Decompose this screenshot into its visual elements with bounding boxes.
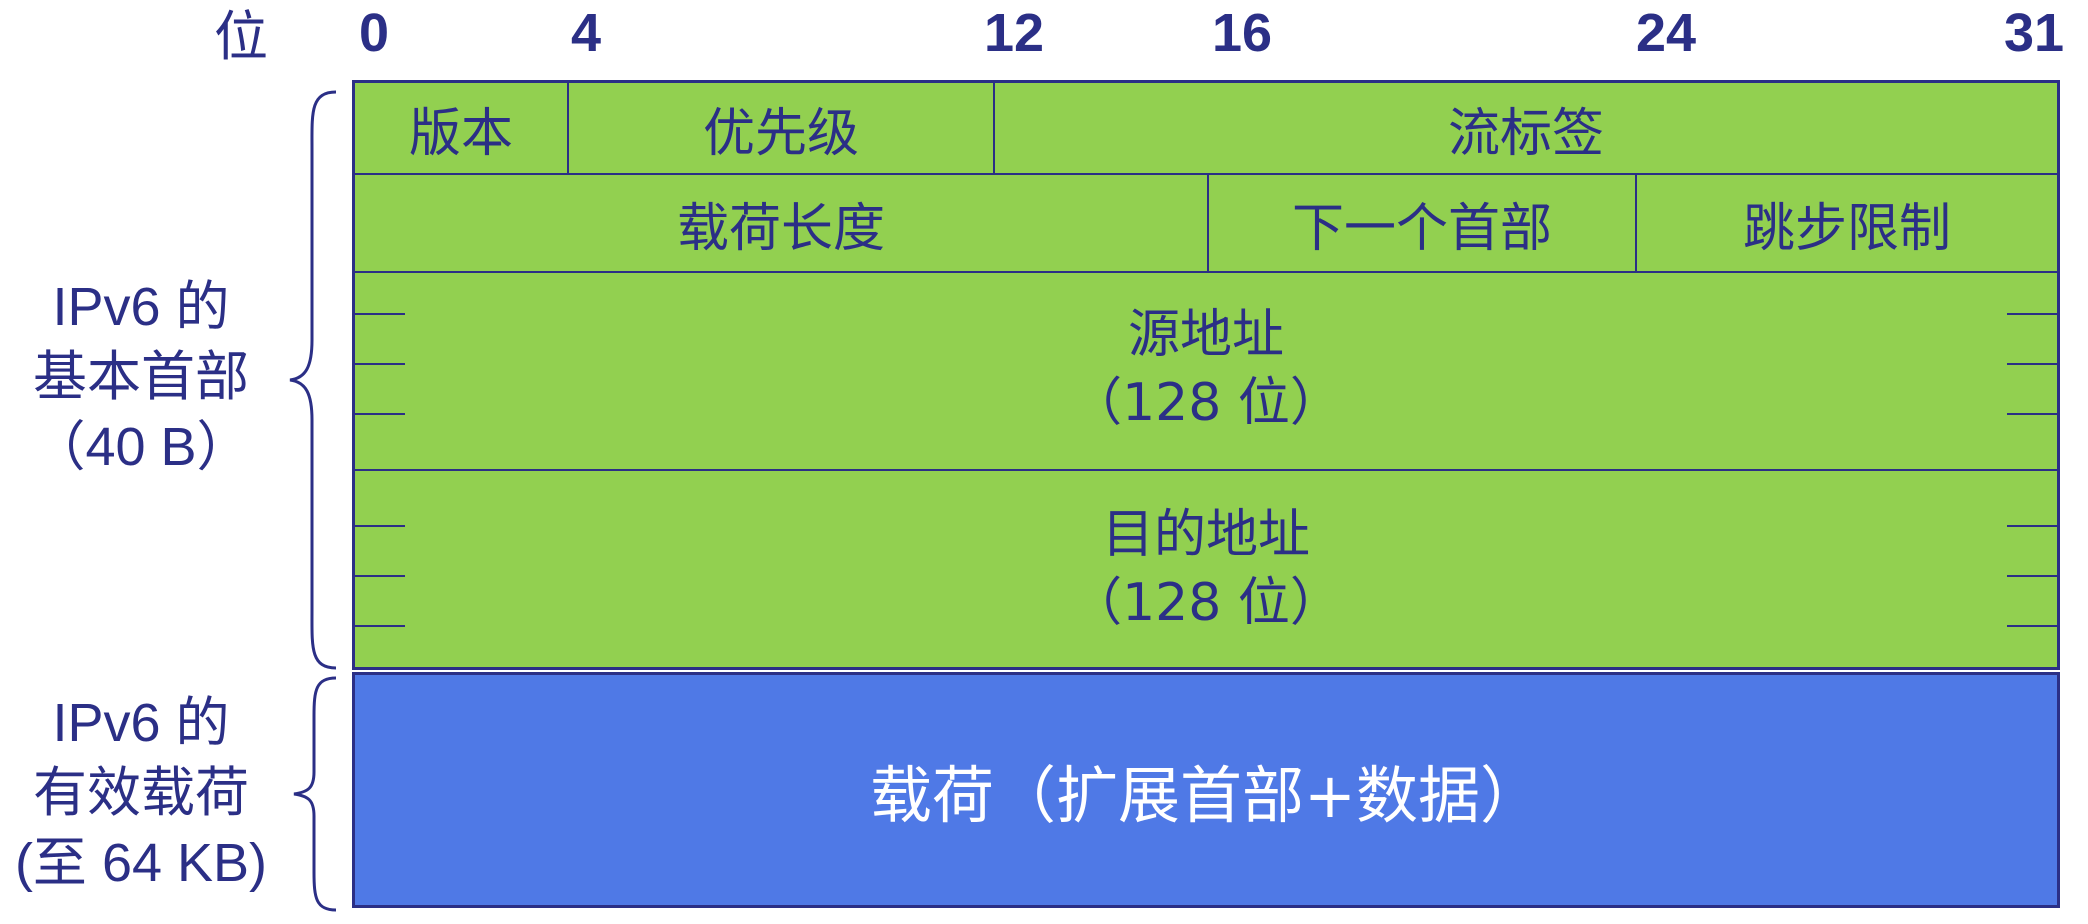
- side-label-line: (至 64 KB): [14, 833, 268, 893]
- source-address-field: 源地址 （128 位）: [355, 273, 2057, 471]
- payload-length-field: 载荷长度: [676, 198, 885, 259]
- destination-address-size: （128 位）: [1070, 573, 1342, 633]
- base-header-side-label: IPv6 的 基本首部 （40 B）: [0, 272, 282, 482]
- ipv6-payload-block: 载荷（扩展首部+数据）: [352, 672, 2060, 908]
- bit-tick-31: 31: [2003, 3, 2065, 63]
- bit-tick-24: 24: [1635, 3, 1697, 63]
- hop-limit-field: 跳步限制: [1635, 175, 2057, 271]
- header-row-1: 版本 优先级 流标签: [355, 83, 2057, 175]
- source-address-label: 源地址: [1127, 305, 1284, 365]
- bit-tick-16: 16: [1211, 3, 1273, 63]
- source-address-size: （128 位）: [1070, 373, 1342, 433]
- base-header-brace: [289, 90, 337, 670]
- payload-side-label: IPv6 的 有效载荷 (至 64 KB): [0, 688, 282, 898]
- ipv6-base-header: 版本 优先级 流标签 载荷长度 下一个首部 跳步限制 源地址 （128 位） 目…: [352, 80, 2060, 670]
- side-label-line: 基本首部: [33, 347, 249, 407]
- header-row-2: 载荷长度 下一个首部 跳步限制: [355, 175, 2057, 273]
- side-label-line: （40 B）: [31, 417, 251, 477]
- side-label-line: IPv6 的: [52, 277, 230, 337]
- side-label-line: IPv6 的: [52, 693, 230, 753]
- destination-address-label: 目的地址: [1101, 505, 1310, 565]
- next-header-field: 下一个首部: [1207, 175, 1635, 271]
- payload-label: 载荷（扩展首部+数据）: [870, 759, 1542, 832]
- side-label-line: 有效载荷: [33, 763, 249, 823]
- bit-tick-0: 0: [358, 3, 390, 63]
- payload-brace: [293, 676, 337, 912]
- destination-address-field: 目的地址 （128 位）: [355, 471, 2057, 667]
- bit-tick-4: 4: [570, 3, 602, 63]
- priority-field: 优先级: [567, 83, 993, 173]
- bit-tick-12: 12: [983, 3, 1045, 63]
- version-field: 版本: [408, 103, 513, 164]
- bit-axis-label: 位: [214, 5, 268, 68]
- flow-label-field: 流标签: [993, 83, 2057, 173]
